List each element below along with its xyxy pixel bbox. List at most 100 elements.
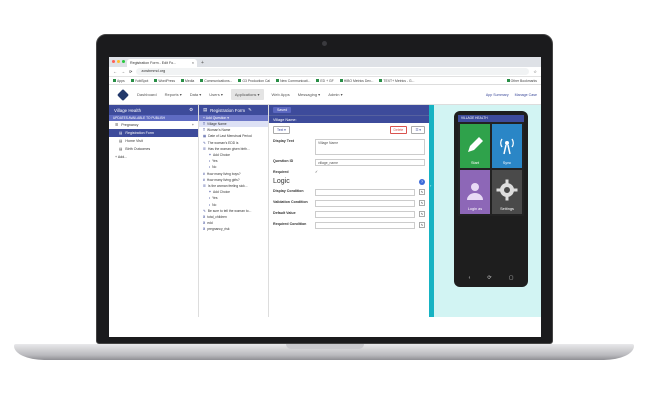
app-summary-link[interactable]: App Summary: [486, 93, 509, 97]
question-label: How many living girls?: [206, 177, 240, 182]
logic-input[interactable]: [315, 211, 415, 218]
nav-item[interactable]: Dashboard: [137, 92, 157, 97]
question-header: Village Name:: [269, 115, 429, 123]
window-controls[interactable]: [112, 60, 125, 63]
logic-label: Default Value: [273, 211, 296, 215]
question-type-dropdown[interactable]: Text ▾: [273, 126, 290, 134]
forward-icon[interactable]: →: [121, 69, 125, 74]
help-icon[interactable]: ?: [419, 178, 425, 185]
refresh-key-icon[interactable]: ⟳: [487, 275, 491, 281]
nav-item[interactable]: Data ▾: [190, 92, 202, 97]
phone-preview: VILLAGE HEALTH Start Sync Login as Setti…: [454, 111, 528, 287]
nav-item[interactable]: Applications ▾: [230, 89, 264, 100]
logic-input[interactable]: [315, 200, 415, 207]
question-type-icon: #: [203, 171, 205, 176]
phone-nav-keys: ‹ ⟳ ▢: [460, 273, 522, 283]
required-checkbox[interactable]: ✓: [315, 170, 318, 174]
nav-item[interactable]: Reports ▾: [165, 92, 182, 97]
sync-tile[interactable]: Sync: [492, 124, 522, 168]
edit-icon[interactable]: ✎: [419, 189, 425, 195]
bookmark-item[interactable]: G3 Production Cal: [238, 79, 270, 83]
edit-icon[interactable]: ✎: [248, 107, 252, 113]
screen: Registration Form - Edit Fo... × + ← → ⟳…: [109, 57, 541, 337]
phone-header: VILLAGE HEALTH: [458, 115, 524, 122]
form-title[interactable]: Registration Form: [210, 108, 245, 113]
question-id-label: Question ID: [273, 159, 294, 163]
bookmark-item[interactable]: ED + GF: [316, 79, 334, 83]
sidebar-form-item[interactable]: ▤ Birth Outcomes: [109, 145, 198, 153]
nav-item[interactable]: Admin ▾: [328, 92, 342, 97]
add-form-icon[interactable]: +: [192, 123, 194, 127]
laptop-lid: Registration Form - Edit Fo... × + ← → ⟳…: [96, 34, 553, 344]
back-key-icon[interactable]: ‹: [469, 275, 471, 281]
question-type-icon: T: [203, 128, 206, 133]
sidebar-form-label: Birth Outcomes: [125, 147, 151, 151]
delete-button[interactable]: Delete: [389, 126, 408, 134]
form-title-bar: ▤ Registration Form ✎: [199, 105, 268, 115]
question-label: No: [212, 202, 217, 207]
edit-icon[interactable]: ✎: [419, 222, 425, 228]
bookmark-item[interactable]: Other Bookmarks: [506, 79, 537, 83]
question-label: Woman's Name: [207, 128, 231, 133]
question-label: No: [212, 165, 217, 170]
edit-icon[interactable]: ✎: [419, 200, 425, 206]
bookmark-item[interactable]: Communications...: [200, 79, 232, 83]
add-module-button[interactable]: + Add...: [109, 153, 198, 161]
logic-row: Validation Condition ✎: [269, 198, 429, 209]
nav-item[interactable]: Users ▾: [209, 92, 223, 97]
url-input[interactable]: zowbmmd.org: [136, 68, 530, 75]
nav-item[interactable]: Messaging ▾: [298, 92, 320, 97]
nav-item[interactable]: Web Apps: [272, 92, 290, 97]
top-right-actions: App Summary Manage Case: [367, 85, 541, 105]
star-icon[interactable]: ☆: [533, 69, 537, 74]
back-icon[interactable]: ←: [113, 69, 117, 74]
manage-case-link[interactable]: Manage Case: [515, 93, 537, 97]
sidebar-form-label: Home Visit: [125, 139, 143, 143]
address-bar: ← → ⟳ zowbmmd.org ☆: [109, 67, 541, 77]
reload-icon[interactable]: ⟳: [129, 69, 132, 74]
question-type-icon: •: [209, 159, 211, 164]
display-text-input[interactable]: Village Name: [315, 139, 425, 155]
edit-icon[interactable]: ✎: [419, 211, 425, 217]
start-tile[interactable]: Start: [460, 124, 490, 168]
save-button[interactable]: Saved: [273, 107, 292, 113]
bookmark-item[interactable]: New Communicati...: [276, 79, 310, 83]
bookmark-icon: [130, 79, 134, 83]
bookmark-item[interactable]: HIBO Metrics Dev...: [339, 78, 374, 83]
login-as-tile[interactable]: Login as: [460, 170, 490, 214]
bookmark-item[interactable]: Media: [181, 79, 194, 83]
close-icon[interactable]: ×: [192, 61, 194, 65]
settings-tile[interactable]: Settings: [492, 170, 522, 214]
start-label: Start: [470, 161, 480, 165]
bookmark-item[interactable]: Apps: [113, 79, 125, 83]
bookmark-item[interactable]: TEXT+ Metrics - G...: [379, 79, 414, 83]
logic-row: Required Condition ✎: [269, 220, 429, 231]
app-title[interactable]: Village Health: [114, 108, 141, 113]
logic-input[interactable]: [315, 222, 415, 229]
sidebar-form-item[interactable]: ▤ Home Visit: [109, 137, 198, 145]
bookmark-item[interactable]: YubiSpot: [130, 79, 148, 83]
question-type-icon: T: [203, 122, 206, 127]
question-label: Yes: [212, 159, 218, 164]
app-logo[interactable]: [117, 88, 129, 101]
logic-title: Logic: [273, 178, 290, 185]
question-id-input[interactable]: village_name: [315, 159, 425, 166]
question-label: Add Choice: [212, 190, 230, 195]
bookmark-label: HIBO Metrics Dev...: [343, 78, 374, 83]
bookmark-item[interactable]: WordPress: [154, 79, 175, 83]
bookmark-icon: [379, 79, 383, 83]
logic-input[interactable]: [315, 189, 415, 196]
bookmark-label: WordPress: [158, 78, 176, 83]
question-item[interactable]: Xpregnancy_risk: [199, 226, 268, 232]
question-label: How many living boys?: [206, 171, 241, 176]
browser-tab[interactable]: Registration Form - Edit Fo... ×: [127, 59, 197, 67]
settings-icon[interactable]: ⚙: [189, 107, 193, 113]
menu-key-icon[interactable]: ▢: [509, 275, 514, 281]
preview-toggle[interactable]: ›: [429, 105, 434, 317]
question-label: total_children: [207, 214, 227, 219]
more-actions-button[interactable]: ☰ ▾: [411, 126, 425, 134]
new-tab-icon[interactable]: +: [201, 59, 204, 67]
antenna-icon: [500, 138, 514, 155]
sidebar-module[interactable]: ☰ Pregnancy +: [109, 121, 198, 129]
sidebar-form-item[interactable]: ▤ Registration Form: [109, 129, 198, 137]
